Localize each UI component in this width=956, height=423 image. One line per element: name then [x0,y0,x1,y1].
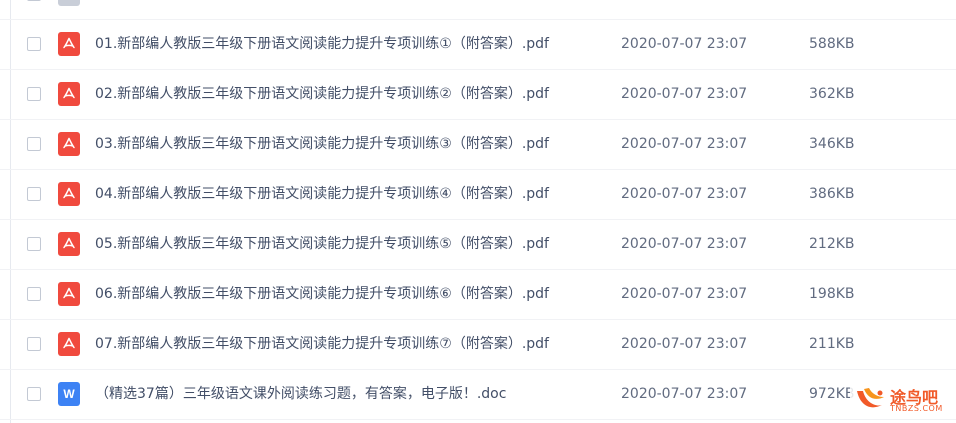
file-name[interactable]: 03.新部编人教版三年级下册语文阅读能力提升专项训练③（附答案）.pdf [95,135,549,153]
watermark-logo: 途鸟吧 TNBZS.COM [850,382,950,418]
file-list: 01.新部编人教版三年级下册语文阅读能力提升专项训练①（附答案）.pdf 202… [0,0,956,420]
row-checkbox[interactable] [27,37,41,51]
file-name[interactable]: 07.新部编人教版三年级下册语文阅读能力提升专项训练⑦（附答案）.pdf [95,335,549,353]
file-row[interactable]: 06.新部编人教版三年级下册语文阅读能力提升专项训练⑥（附答案）.pdf 202… [0,270,956,320]
pdf-file-icon [58,232,80,256]
row-checkbox[interactable] [27,287,41,301]
file-row[interactable]: 01.新部编人教版三年级下册语文阅读能力提升专项训练①（附答案）.pdf 202… [0,20,956,70]
file-row[interactable]: 04.新部编人教版三年级下册语文阅读能力提升专项训练④（附答案）.pdf 202… [0,170,956,220]
pdf-glyph-icon [63,87,75,99]
pdf-glyph-icon [63,187,75,199]
file-size: 588KB [809,36,855,52]
word-file-icon: W [58,382,80,406]
file-size: 362KB [809,86,855,102]
row-checkbox[interactable] [27,237,41,251]
word-letter: W [63,387,75,401]
file-row[interactable]: W （精选37篇）三年级语文课外阅读练习题，有答案，电子版！.doc 2020-… [0,370,956,420]
file-date: 2020-07-07 23:07 [621,336,748,352]
row-checkbox[interactable] [27,187,41,201]
file-name[interactable]: 06.新部编人教版三年级下册语文阅读能力提升专项训练⑥（附答案）.pdf [95,285,549,303]
row-checkbox[interactable] [27,137,41,151]
bird-logo-icon [857,388,884,408]
row-checkbox[interactable] [27,387,41,401]
file-row[interactable]: 05.新部编人教版三年级下册语文阅读能力提升专项训练⑤（附答案）.pdf 202… [0,220,956,270]
pdf-glyph-icon [63,37,75,49]
pdf-file-icon [58,82,80,106]
watermark-subtext: TNBZS.COM [890,404,943,413]
file-date: 2020-07-07 23:07 [621,186,748,202]
folder-icon [58,0,80,6]
file-name[interactable]: （精选37篇）三年级语文课外阅读练习题，有答案，电子版！.doc [95,385,506,403]
row-checkbox[interactable] [27,87,41,101]
pdf-file-icon [58,182,80,206]
file-size: 346KB [809,136,855,152]
file-size: 211KB [809,336,855,352]
row-checkbox[interactable] [27,0,41,1]
file-date: 2020-07-07 23:07 [621,86,748,102]
file-size: 972KB [809,386,855,402]
file-date: 2020-07-07 23:07 [621,136,748,152]
file-row[interactable]: 02.新部编人教版三年级下册语文阅读能力提升专项训练②（附答案）.pdf 202… [0,70,956,120]
pdf-glyph-icon [63,337,75,349]
file-name[interactable]: 01.新部编人教版三年级下册语文阅读能力提升专项训练①（附答案）.pdf [95,35,549,53]
file-name[interactable]: 04.新部编人教版三年级下册语文阅读能力提升专项训练④（附答案）.pdf [95,185,549,203]
pdf-file-icon [58,282,80,306]
pdf-glyph-icon [63,237,75,249]
file-date: 2020-07-07 23:07 [621,386,748,402]
pdf-glyph-icon [63,137,75,149]
file-size: 212KB [809,236,855,252]
file-name[interactable]: 02.新部编人教版三年级下册语文阅读能力提升专项训练②（附答案）.pdf [95,85,549,103]
file-date: 2020-07-07 23:07 [621,236,748,252]
pdf-glyph-icon [63,287,75,299]
pdf-file-icon [58,132,80,156]
pdf-file-icon [58,332,80,356]
file-date: 2020-07-07 23:07 [621,36,748,52]
file-size: 198KB [809,286,855,302]
file-date: 2020-07-07 23:07 [621,286,748,302]
row-checkbox[interactable] [27,337,41,351]
file-row[interactable]: 03.新部编人教版三年级下册语文阅读能力提升专项训练③（附答案）.pdf 202… [0,120,956,170]
file-row[interactable]: 07.新部编人教版三年级下册语文阅读能力提升专项训练⑦（附答案）.pdf 202… [0,320,956,370]
file-row[interactable] [0,0,956,20]
file-size: 386KB [809,186,855,202]
file-name[interactable]: 05.新部编人教版三年级下册语文阅读能力提升专项训练⑤（附答案）.pdf [95,235,549,253]
pdf-file-icon [58,32,80,56]
